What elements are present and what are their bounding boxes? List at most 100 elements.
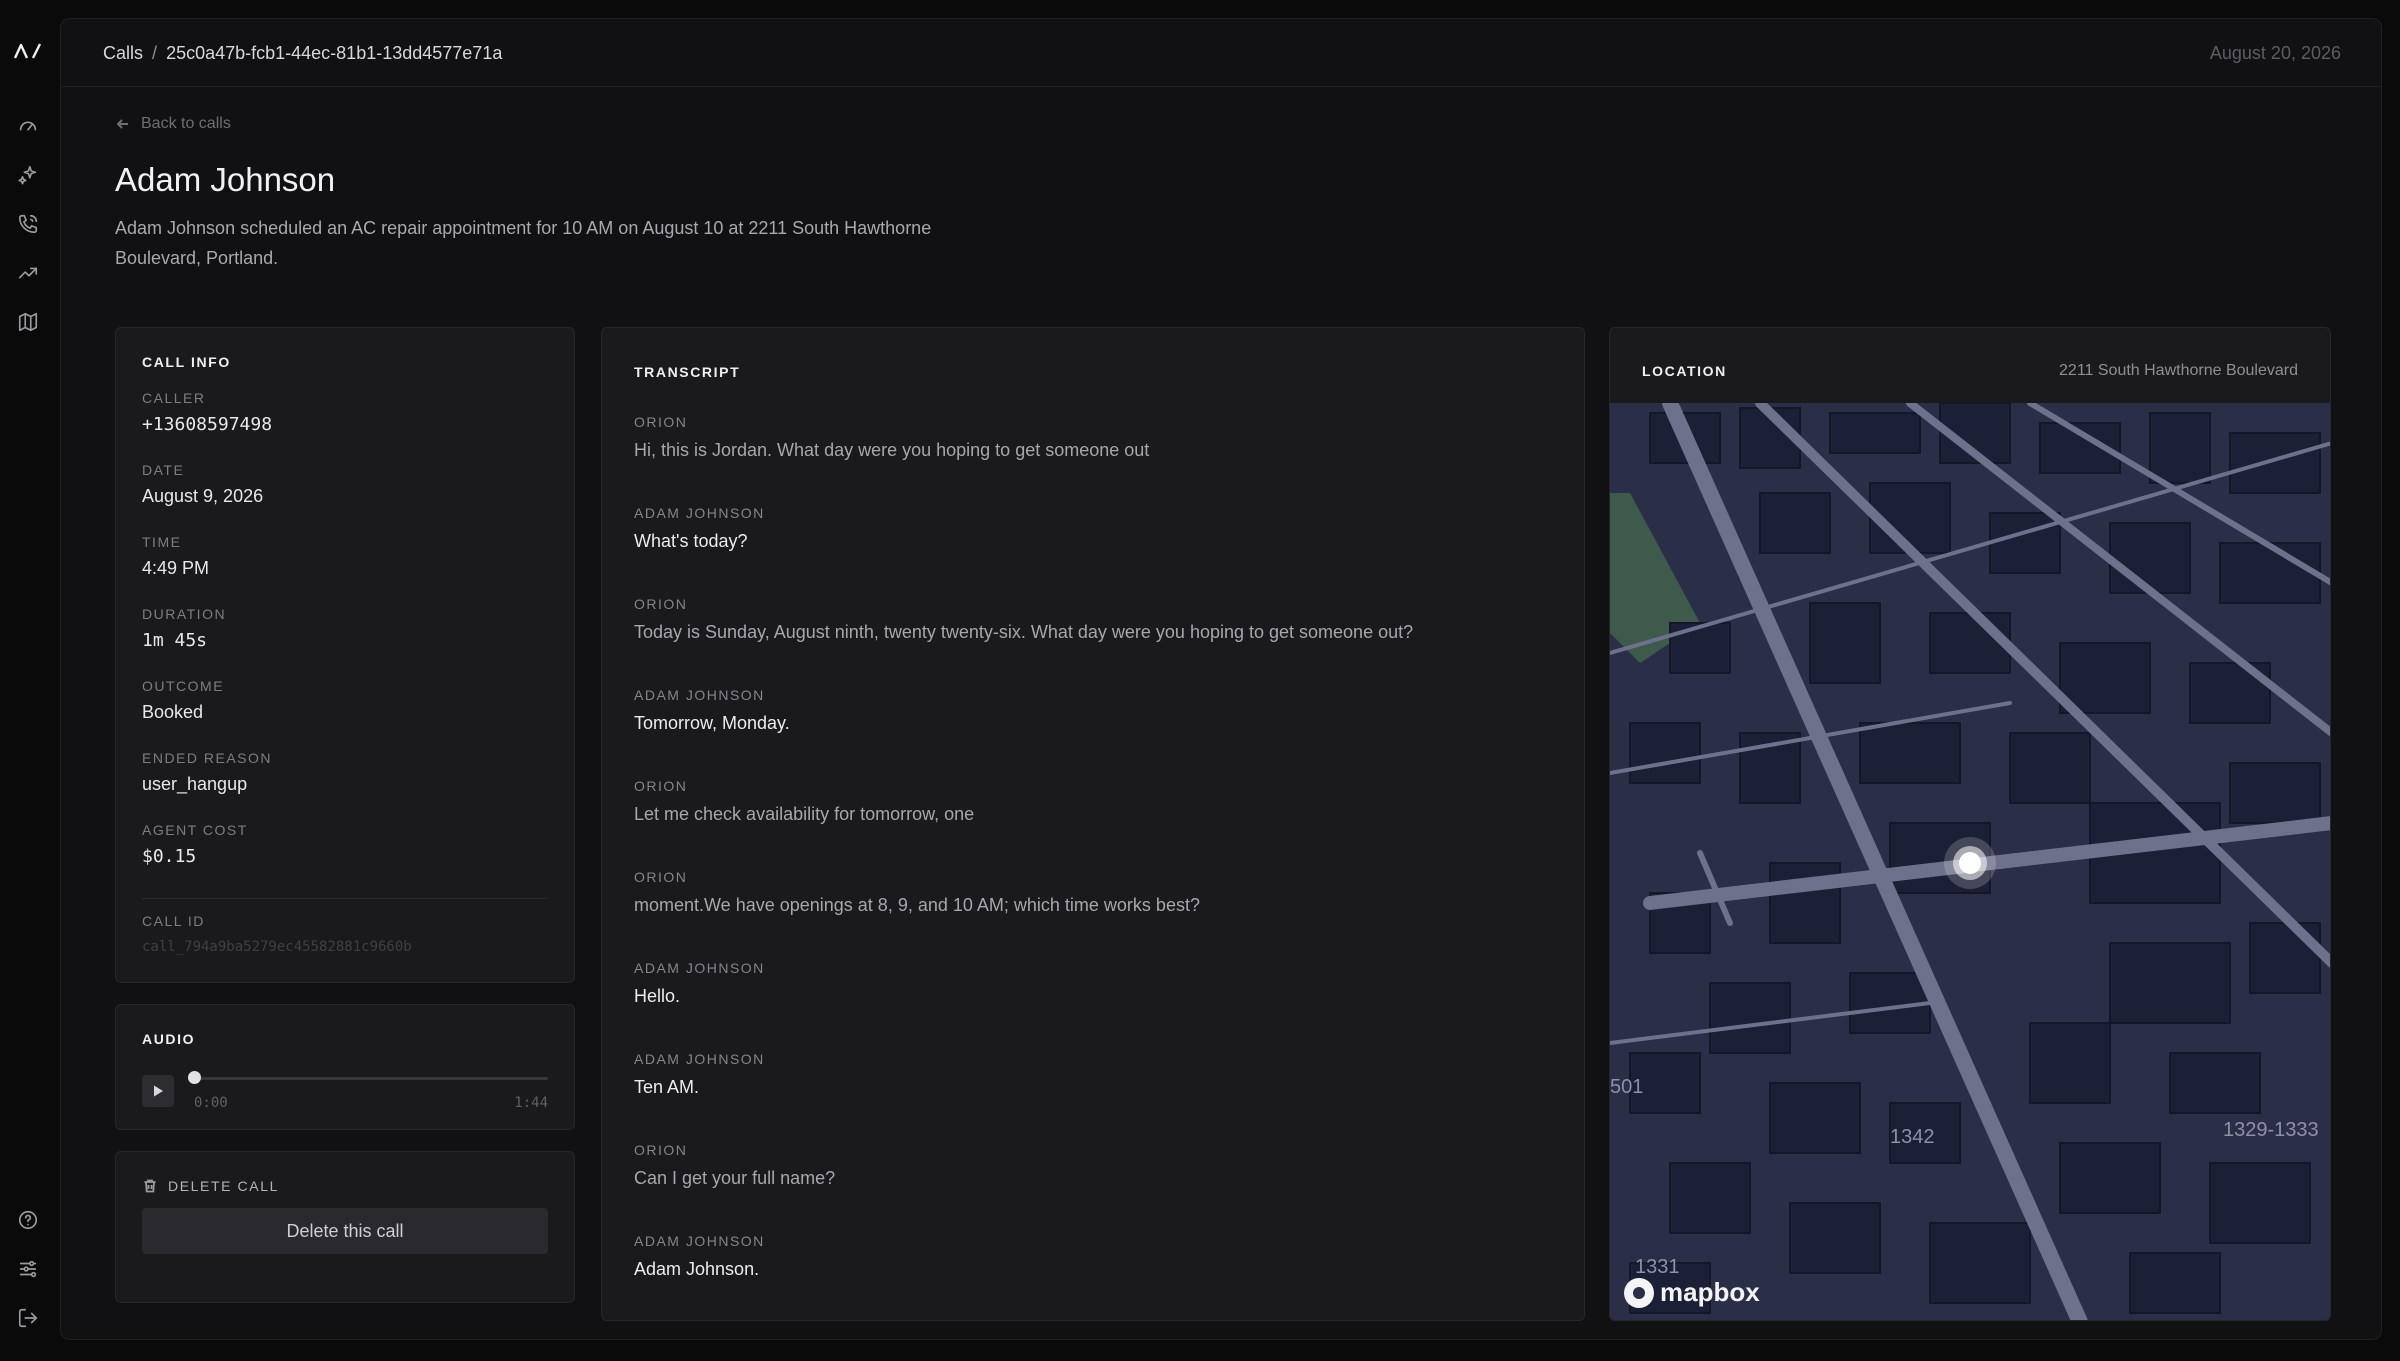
transcript-message: ORION Let me check availability for tomor…	[634, 778, 1552, 869]
audio-progress-track[interactable]	[194, 1077, 548, 1080]
location-address: 2211 South Hawthorne Boulevard	[2059, 362, 2298, 379]
sidebar-item-agents[interactable]	[14, 161, 42, 189]
audio-player: 0:00 1:44	[142, 1071, 548, 1113]
agent-cost-label: AGENT COST	[142, 822, 248, 838]
ended-reason-value: user_hangup	[142, 774, 248, 794]
page-title: Adam Johnson	[115, 161, 336, 198]
transcript-text: Hello.	[634, 986, 681, 1006]
sidebar-item-logout[interactable]	[14, 1304, 42, 1332]
map-label-1: 1342	[1890, 1126, 1935, 1148]
time-label: TIME	[142, 534, 182, 550]
sidebar	[0, 0, 58, 1361]
phone-icon	[18, 214, 38, 234]
transcript-text: Tomorrow, Monday.	[634, 713, 790, 733]
caller-label: CALLER	[142, 390, 206, 406]
divider	[142, 898, 548, 899]
sidebar-item-calls[interactable]	[14, 210, 42, 238]
sidebar-item-settings[interactable]	[14, 1255, 42, 1283]
transcript-message: ADAM JOHNSON Hello.	[634, 960, 1552, 1051]
breadcrumb-calls-link[interactable]: Calls	[103, 43, 143, 63]
transcript-text: Hi, this is Jordan. What day were you ho…	[634, 440, 1150, 460]
transcript-speaker: ORION	[634, 869, 688, 885]
trash-icon	[144, 1179, 156, 1193]
mapbox-attribution[interactable]: mapbox	[1624, 1277, 1760, 1308]
delete-call-header: DELETE CALL	[142, 1178, 548, 1194]
date-field: DATE August 9, 2026	[142, 462, 548, 534]
transcript-message: ORION Today is Sunday, August ninth, twen…	[634, 596, 1552, 687]
transcript-speaker: ADAM JOHNSON	[634, 960, 765, 976]
transcript-text: Ten AM.	[634, 1077, 700, 1097]
trending-up-icon	[18, 267, 38, 279]
app-logo[interactable]	[12, 40, 46, 62]
sidebar-item-help[interactable]	[14, 1206, 42, 1234]
delete-call-card: DELETE CALL Delete this call	[115, 1151, 575, 1303]
transcript-speaker: ADAM JOHNSON	[634, 1051, 765, 1067]
sidebar-item-map[interactable]	[14, 308, 42, 336]
transcript-speaker: ADAM JOHNSON	[634, 505, 765, 521]
map-view[interactable]: 1342 1329-1333 1331 501 mapbox	[1610, 403, 2331, 1321]
time-field: TIME 4:49 PM	[142, 534, 548, 606]
audio-total-time: 1:44	[514, 1095, 548, 1111]
audio-scrubber-handle[interactable]	[188, 1071, 201, 1084]
outcome-value: Booked	[142, 702, 204, 722]
mapbox-wordmark: mapbox	[1660, 1277, 1760, 1307]
help-circle-icon	[18, 1210, 38, 1230]
transcript-speaker: ORION	[634, 778, 688, 794]
arrow-left-icon	[116, 119, 128, 129]
transcript-title: TRANSCRIPT	[634, 364, 741, 380]
header-date: August 20, 2026	[2209, 43, 2341, 63]
agent-cost-field: AGENT COST $0.15	[142, 822, 548, 894]
agent-cost-value: $0.15	[142, 846, 197, 867]
transcript-message: ADAM JOHNSON Adam Johnson.	[634, 1233, 1552, 1320]
time-value: 4:49 PM	[142, 558, 210, 578]
sidebar-item-dashboard[interactable]	[14, 112, 42, 140]
ended-reason-field: ENDED REASON user_hangup	[142, 750, 548, 822]
outcome-field: OUTCOME Booked	[142, 678, 548, 750]
transcript-text: Let me check availability for tomorrow, …	[634, 804, 975, 824]
call-summary: Adam Johnson scheduled an AC repair appo…	[115, 218, 932, 268]
duration-field: DURATION 1m 45s	[142, 606, 548, 678]
play-button[interactable]	[142, 1075, 174, 1107]
call-id-label: CALL ID	[142, 913, 205, 929]
transcript-card: TRANSCRIPT ORION Hi, this is Jordan. What…	[601, 327, 1585, 1321]
date-label: DATE	[142, 462, 185, 478]
audio-current-time: 0:00	[194, 1095, 228, 1111]
transcript-text: What's today?	[634, 531, 748, 551]
transcript-speaker: ORION	[634, 414, 688, 430]
transcript-speaker: ORION	[634, 596, 688, 612]
breadcrumb-call-id: 25c0a47b-fcb1-44ec-81b1-13dd4577e71a	[166, 43, 503, 63]
date-value: August 9, 2026	[142, 486, 264, 506]
duration-label: DURATION	[142, 606, 227, 622]
outcome-label: OUTCOME	[142, 678, 225, 694]
transcript-text: Adam Johnson.	[634, 1259, 760, 1279]
map-canvas[interactable]: 1342 1329-1333 1331 501	[1610, 403, 2331, 1321]
transcript-message: ADAM JOHNSON Ten AM.	[634, 1051, 1552, 1142]
back-to-calls-link[interactable]: Back to calls	[115, 115, 231, 133]
transcript-message: ADAM JOHNSON Tomorrow, Monday.	[634, 687, 1552, 778]
delete-call-button[interactable]: Delete this call	[142, 1208, 548, 1254]
caller-field: CALLER +13608597498	[142, 390, 548, 462]
transcript-message: ORION moment.We have openings at 8, 9, an…	[634, 869, 1552, 960]
breadcrumb: Calls / 25c0a47b-fcb1-44ec-81b1-13dd4577…	[103, 43, 502, 64]
call-info-card: CALL INFO CALLER +13608597498 DATE Augus…	[115, 327, 575, 983]
call-info-title: CALL INFO	[142, 354, 231, 370]
location-pin-icon[interactable]	[1959, 852, 1981, 874]
map-icon	[18, 312, 38, 332]
gauge-icon	[19, 121, 37, 131]
map-label-3: 1331	[1635, 1256, 1680, 1278]
call-id-value[interactable]: call_794a9ba5279ec45582881c9660b	[142, 939, 548, 955]
transcript-message: ORION Hi, this is Jordan. What day were y…	[634, 414, 1552, 505]
top-bar: Calls / 25c0a47b-fcb1-44ec-81b1-13dd4577…	[61, 19, 2381, 87]
transcript-speaker: ORION	[634, 1142, 688, 1158]
sidebar-item-analytics[interactable]	[14, 259, 42, 287]
main-panel: Calls / 25c0a47b-fcb1-44ec-81b1-13dd4577…	[60, 18, 2382, 1340]
sparkle-icon	[18, 165, 37, 185]
location-header: LOCATION 2211 South Hawthorne Boulevard	[1642, 362, 2298, 380]
transcript-speaker: ADAM JOHNSON	[634, 1233, 765, 1249]
audio-title: AUDIO	[142, 1031, 196, 1047]
transcript-text: Can I get your full name?	[634, 1168, 836, 1188]
ended-reason-label: ENDED REASON	[142, 750, 273, 766]
transcript-speaker: ADAM JOHNSON	[634, 687, 765, 703]
transcript-text: Today is Sunday, August ninth, twenty tw…	[634, 622, 1414, 642]
transcript-text: moment.We have openings at 8, 9, and 10 …	[634, 895, 1200, 915]
